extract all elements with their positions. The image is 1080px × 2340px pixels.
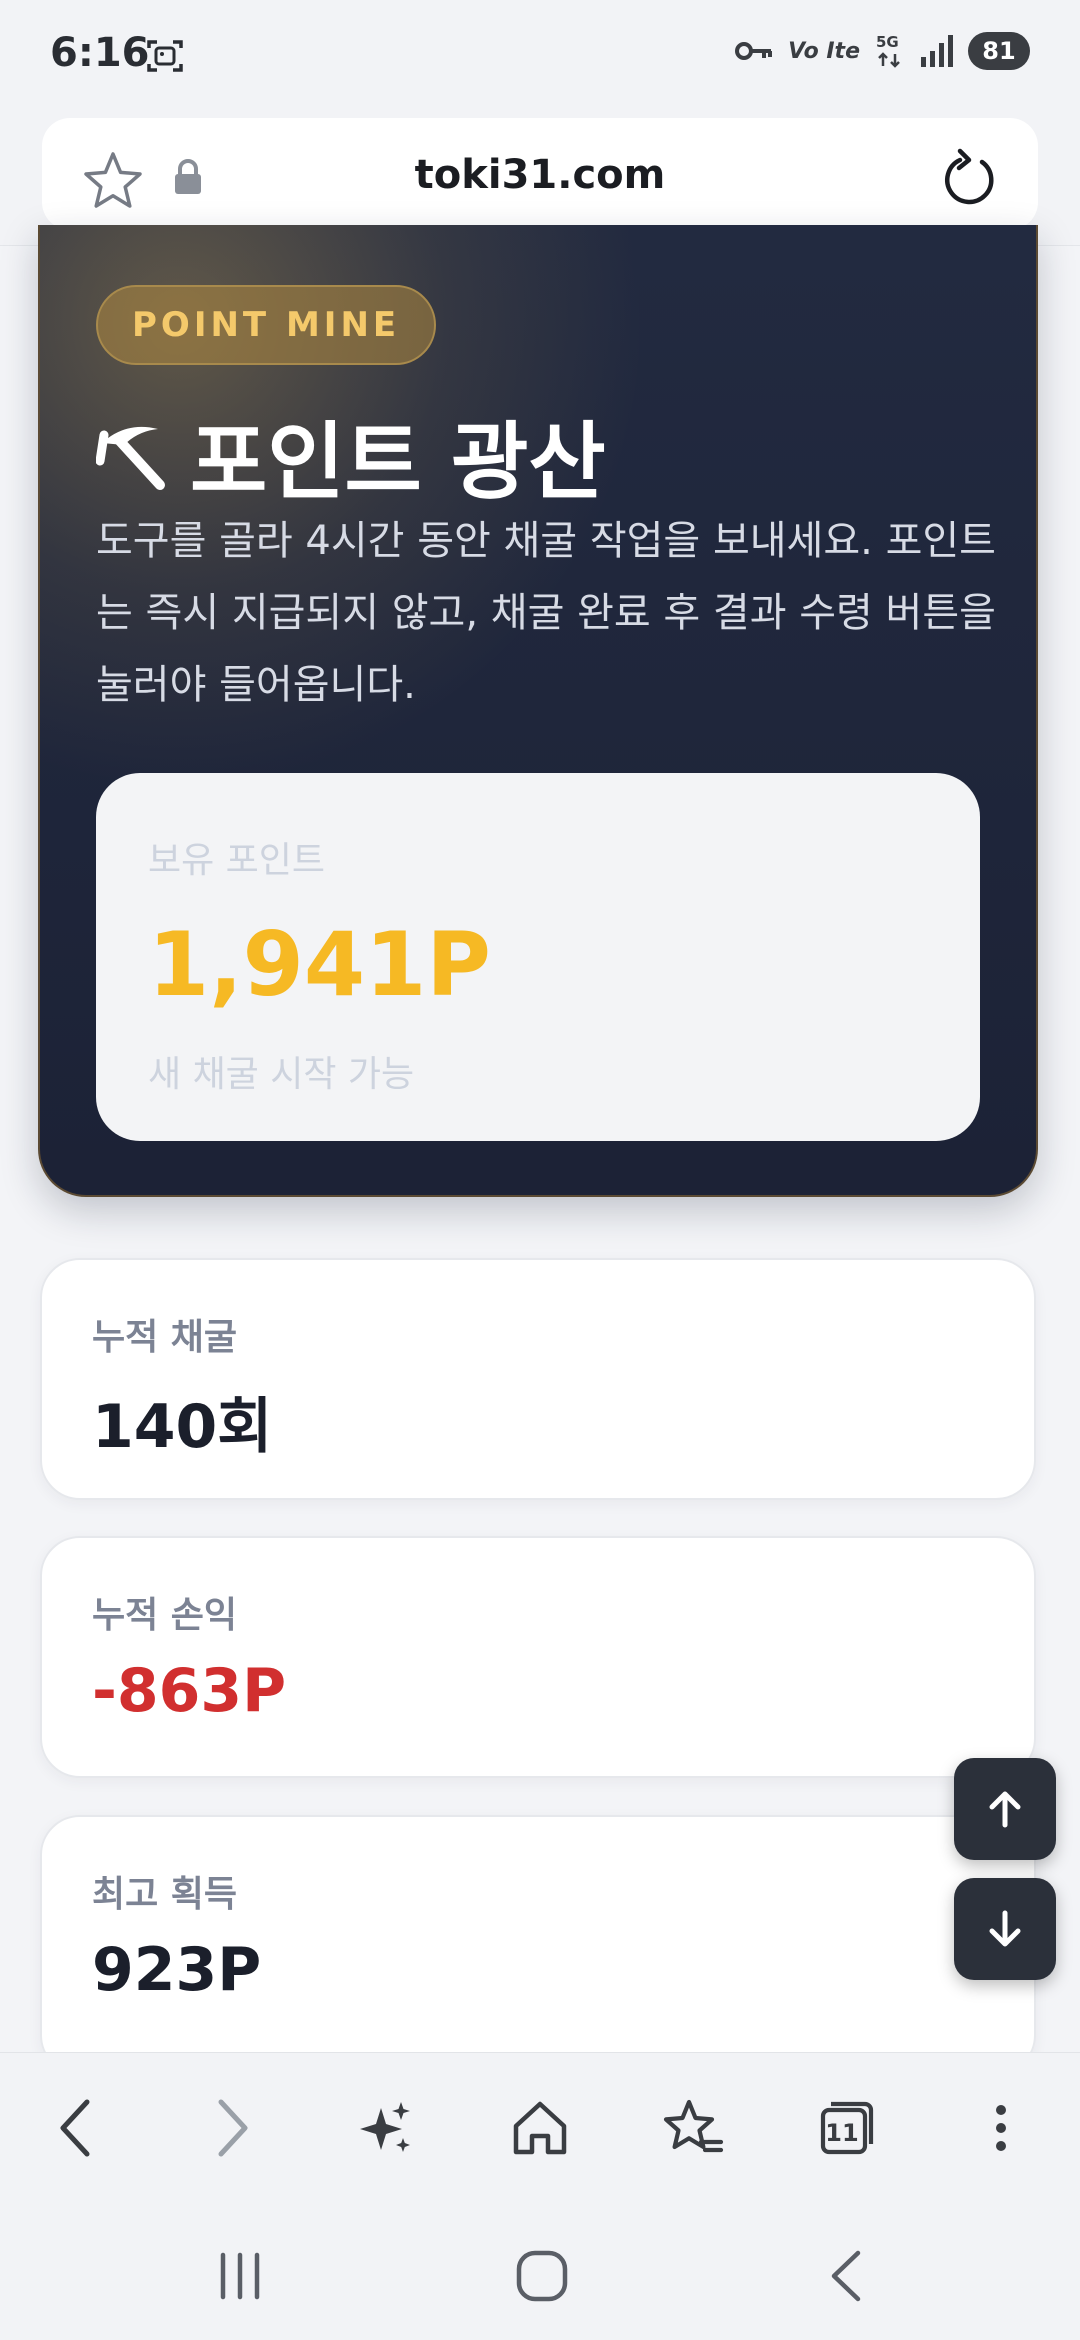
battery-indicator: 81 [968,32,1030,70]
stat-card-total-mining: 누적 채굴 140회 [40,1258,1036,1500]
status-bar: 6:16 Vo Ite 5G 81 [0,0,1080,110]
page-title: 포인트 광산 [96,395,606,516]
chevron-left-icon [60,2099,90,2157]
key-icon [735,42,773,60]
recent-apps-button[interactable] [200,2246,280,2306]
network-5g-icon: 5G [876,33,900,68]
signal-icon [921,35,953,67]
pickaxe-icon [96,426,165,490]
home-circle-icon [516,2250,568,2302]
stat-value: 923P [92,1935,262,2005]
stat-label: 누적 채굴 [92,1317,238,1358]
back-system-button[interactable] [806,2246,886,2306]
tabs-button[interactable]: 11 [812,2093,882,2163]
point-mine-hero: POINT MINE 포인트 광산 도구를 골라 4시간 동안 채굴 작업을 보… [38,225,1038,1197]
points-label: 보유 포인트 [148,840,326,881]
tabs-count: 11 [825,2119,859,2147]
sparkle-icon [360,2102,410,2152]
url-bar[interactable]: toki31.com [42,118,1038,230]
screenshot-icon [147,40,183,72]
points-card: 보유 포인트 1,941P 새 채굴 시작 가능 [96,773,980,1141]
chevron-right-icon [218,2099,248,2157]
scroll-up-button[interactable] [954,1758,1056,1860]
status-icons: Vo Ite 5G 81 [734,32,1030,70]
volte-indicator: Vo Ite [788,38,860,64]
bookmarks-star-icon [663,2099,724,2153]
back-button[interactable] [40,2093,110,2163]
url-text[interactable]: toki31.com [42,152,1038,198]
arrow-down-icon [989,1910,1021,1947]
recent-apps-icon [220,2252,260,2300]
stat-card-best-gain: 최고 획득 923P [40,1815,1036,2075]
more-menu-button[interactable] [966,2093,1036,2163]
stat-value: -863P [92,1656,287,1726]
scroll-down-button[interactable] [954,1878,1056,1980]
point-mine-badge: POINT MINE [96,285,437,365]
home-button[interactable] [505,2093,575,2163]
stat-card-total-profit: 누적 손익 -863P [40,1536,1036,1778]
status-time: 6:16 [50,30,150,76]
points-status: 새 채굴 시작 가능 [148,1054,415,1095]
reload-icon[interactable] [942,148,998,208]
forward-button[interactable] [198,2093,268,2163]
browser-toolbar: 11 [0,2052,1080,2203]
more-vertical-icon [996,2105,1006,2151]
page-title-text: 포인트 광산 [190,413,606,511]
stat-label: 최고 획득 [92,1874,238,1915]
back-chevron-icon [831,2250,861,2302]
points-value: 1,941P [148,913,491,1016]
bookmarks-button[interactable] [658,2093,728,2163]
system-nav-bar [0,2202,1080,2340]
arrow-up-icon [989,1791,1021,1828]
hero-description: 도구를 골라 4시간 동안 채굴 작업을 보내세요. 포인트는 즉시 지급되지 … [96,518,996,708]
ai-assistant-button[interactable] [350,2093,420,2163]
home-system-button[interactable] [502,2246,582,2306]
home-icon [513,2101,567,2155]
stat-value: 140회 [92,1392,273,1462]
stat-label: 누적 손익 [92,1595,238,1636]
network-label: 5G [876,33,899,51]
